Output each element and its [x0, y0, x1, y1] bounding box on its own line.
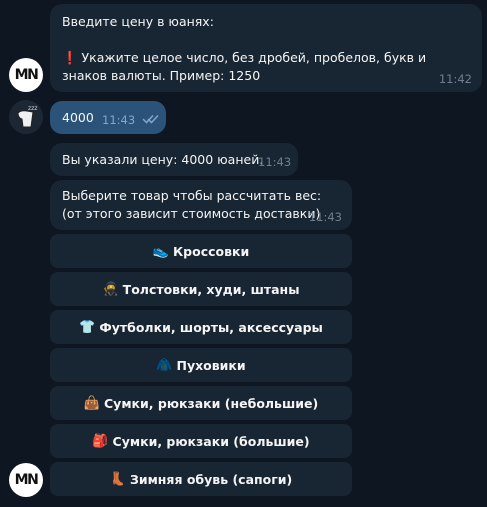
message-text: Выберите товар чтобы рассчитать вес: (от…	[62, 188, 322, 221]
coat-icon: 🧥	[156, 357, 173, 373]
message-text: Вы указали цену: 4000 юаней.	[62, 152, 264, 167]
keyboard-button-label: Сумки, рюкзаки (небольшие)	[104, 395, 319, 411]
message-text: Введите цену в юанях: ❗ Укажите целое чи…	[62, 14, 427, 83]
keyboard-button-large-bags[interactable]: 🎒 Сумки, рюкзаки (большие)	[50, 424, 352, 458]
bot-avatar[interactable]: MN	[9, 463, 43, 497]
message-bubble: Выберите товар чтобы рассчитать вес: (от…	[50, 180, 352, 230]
message-time: 11:42	[438, 72, 472, 86]
keyboard-button-puffers[interactable]: 🧥 Пуховики	[50, 348, 352, 382]
keyboard-button-label: Зимняя обувь (сапоги)	[129, 471, 293, 487]
svg-text:zzz: zzz	[28, 105, 37, 112]
backpack-icon: 🎒	[92, 433, 109, 449]
keyboard-button-sneakers[interactable]: 👟 Кроссовки	[50, 234, 352, 268]
keyboard-button-label: Сумки, рюкзаки (большие)	[112, 433, 310, 449]
keyboard-button-label: Кроссовки	[172, 243, 250, 259]
boot-icon: 👢	[109, 471, 126, 487]
sneaker-icon: 👟	[152, 243, 169, 259]
message-bubble: Введите цену в юанях: ❗ Укажите целое чи…	[50, 4, 482, 92]
sleeping-avatar-icon: zzz	[9, 100, 43, 134]
keyboard-button-hoodies[interactable]: 🥷 Толстовки, худи, штаны	[50, 272, 352, 306]
message-time: 11:43	[308, 210, 342, 224]
keyboard-button-label: Толстовки, худи, штаны	[122, 281, 300, 297]
bot-avatar-logo: MN	[14, 67, 39, 83]
user-avatar[interactable]: zzz	[9, 100, 43, 134]
ninja-icon: 🥷	[102, 281, 119, 297]
double-check-icon	[142, 114, 159, 124]
keyboard-button-label: Футболки, шорты, аксессуары	[99, 319, 323, 335]
message-text: 4000	[62, 110, 94, 125]
keyboard-button-small-bags[interactable]: 👜 Сумки, рюкзаки (небольшие)	[50, 386, 352, 420]
outgoing-message-bubble: 4000 11:43	[50, 101, 166, 134]
message-time: 11:43	[102, 113, 136, 127]
message-bubble: Вы указали цену: 4000 юаней. 11:43	[50, 143, 298, 176]
keyboard-button-tshirts[interactable]: 👕 Футболки, шорты, аксессуары	[50, 310, 352, 344]
tshirt-icon: 👕	[79, 319, 96, 335]
keyboard-button-winter-shoes[interactable]: 👢 Зимняя обувь (сапоги)	[50, 462, 352, 496]
message-time: 11:43	[258, 155, 292, 169]
handbag-icon: 👜	[83, 395, 100, 411]
bot-avatar[interactable]: MN	[9, 58, 43, 92]
keyboard-button-label: Пуховики	[176, 357, 246, 373]
bot-avatar-logo: MN	[14, 472, 39, 488]
